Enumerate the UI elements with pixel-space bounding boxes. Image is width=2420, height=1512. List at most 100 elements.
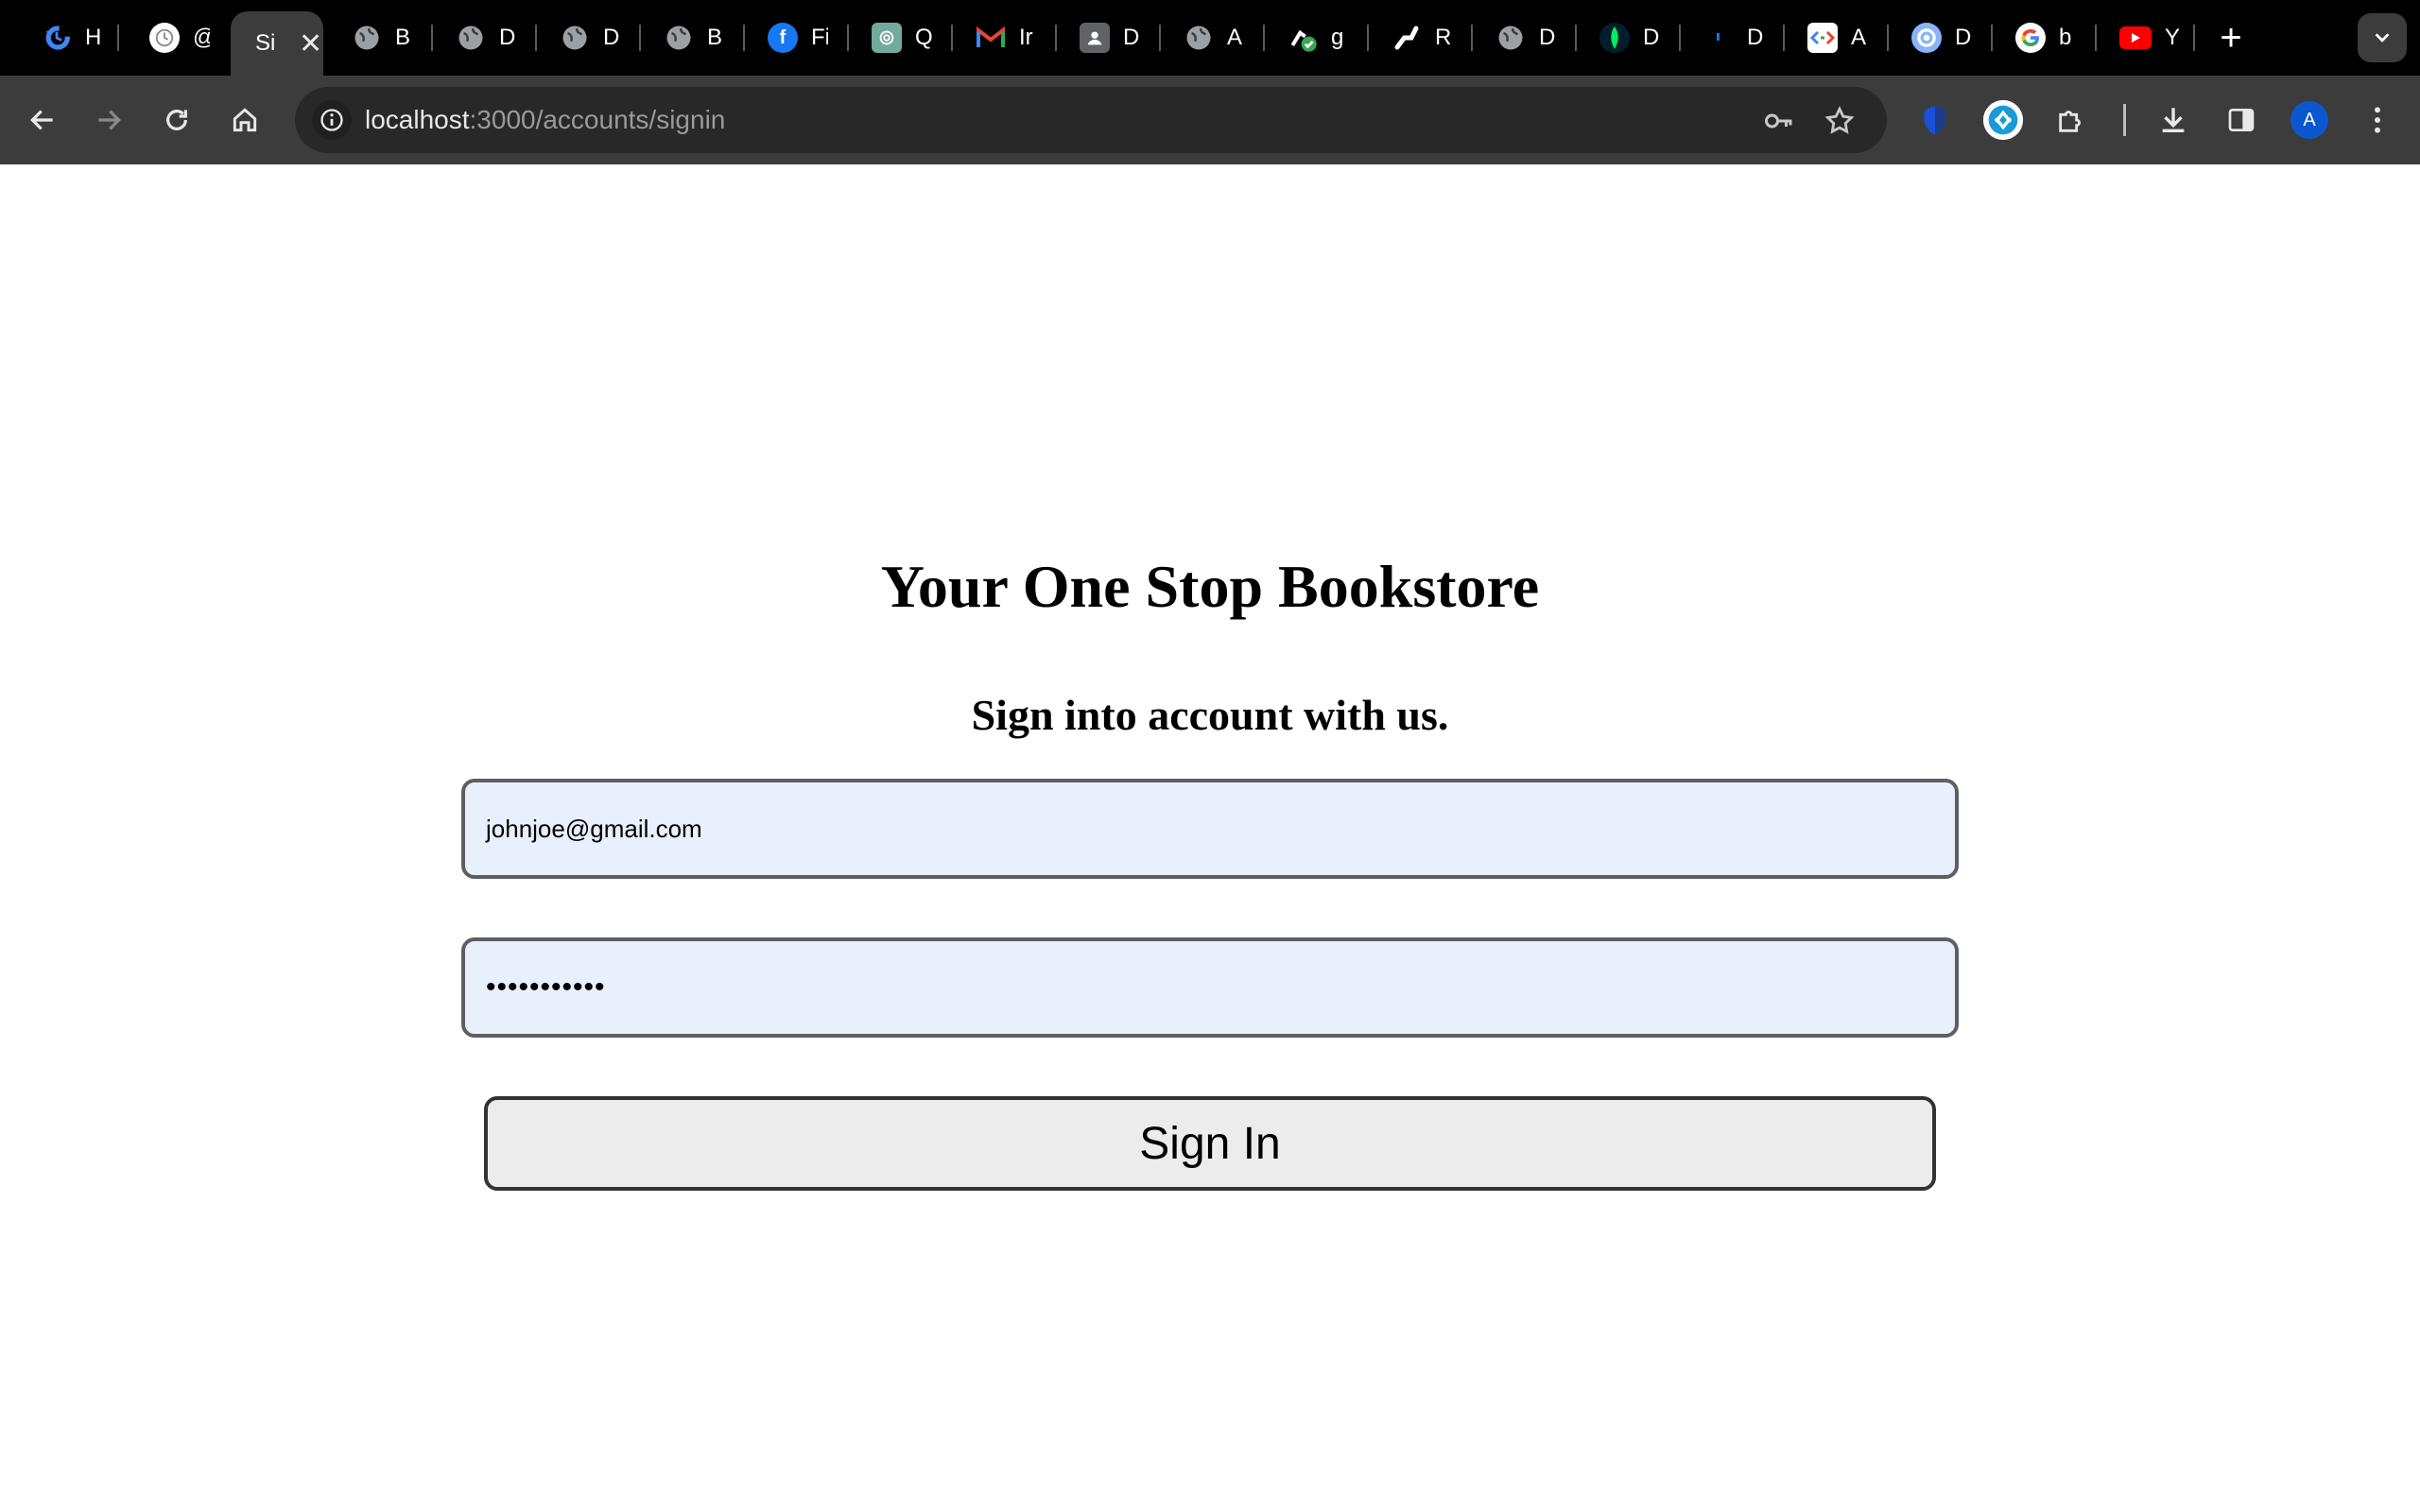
home-button[interactable] (221, 96, 268, 144)
tab-label: D (499, 25, 516, 50)
chatgpt-icon (872, 23, 902, 53)
globe-icon (1184, 23, 1214, 53)
tab-globe-d2[interactable]: D (535, 11, 620, 64)
checkmark-shield-icon (1288, 23, 1318, 53)
page-title: Your One Stop Bookstore (880, 553, 1540, 620)
reload-button[interactable] (153, 96, 200, 144)
url-host: localhost (365, 105, 470, 134)
tab-history[interactable]: H (17, 11, 102, 64)
password-key-button[interactable] (1760, 102, 1798, 140)
tab-link[interactable]: R (1367, 11, 1452, 64)
tab-facebook[interactable]: f Fi (743, 11, 828, 64)
site-info-button[interactable] (312, 100, 352, 140)
tab-label: Si (255, 30, 276, 56)
tab-label: B (395, 25, 411, 50)
tab-label: Fi (811, 25, 828, 50)
tab-label: B (707, 25, 723, 50)
tab-globe-d1[interactable]: D (431, 11, 516, 64)
history-icon (42, 23, 72, 53)
tab-search-button[interactable] (2358, 13, 2407, 62)
globe-icon (664, 23, 694, 53)
forward-arrow-icon (98, 110, 121, 130)
shield-icon (1924, 105, 1946, 135)
tab-label: D (1539, 25, 1556, 50)
close-icon[interactable]: ✕ (299, 27, 322, 60)
address-bar[interactable]: localhost:3000/accounts/signin (295, 87, 1887, 153)
side-panel-button[interactable] (2218, 96, 2265, 144)
tab-check[interactable]: g (1263, 11, 1348, 64)
signin-subtitle: Sign into account with us. (971, 691, 1449, 739)
tab-youtube[interactable]: Y (2095, 11, 2182, 64)
password-field[interactable]: ••••••••••• (461, 937, 1959, 1038)
tab-label: R (1435, 25, 1452, 50)
bookmark-star-button[interactable] (1821, 102, 1858, 140)
tab-dot[interactable]: D (1679, 11, 1764, 64)
tab-globe-a[interactable]: A (1159, 11, 1244, 64)
seal-icon (1911, 23, 1942, 53)
new-tab-button[interactable]: + (2210, 17, 2252, 59)
tab-label: H (85, 25, 102, 50)
tab-label: Q (915, 25, 932, 50)
signin-button[interactable]: Sign In (484, 1096, 1936, 1191)
tab-code[interactable]: A (1783, 11, 1868, 64)
tab-label: D (1955, 25, 1972, 50)
clock-icon (149, 23, 180, 53)
downloads-button[interactable] (2150, 96, 2197, 144)
url-path: :3000/accounts/signin (469, 105, 726, 134)
sync-icon (1982, 99, 2024, 141)
gmail-icon (976, 23, 1006, 53)
reload-icon (166, 110, 187, 130)
tab-label: A (1227, 25, 1243, 50)
download-icon (2162, 108, 2185, 133)
globe-icon (456, 23, 486, 53)
tab-label: D (1643, 25, 1660, 50)
code-icon (1807, 23, 1838, 53)
puzzle-icon (2059, 111, 2081, 132)
globe-icon (1495, 23, 1526, 53)
kebab-menu-icon (2375, 107, 2380, 133)
password-value: ••••••••••• (486, 971, 606, 1003)
back-arrow-icon (30, 110, 53, 130)
tab-globe-d3[interactable]: D (1471, 11, 1556, 64)
extension-shield[interactable] (1911, 96, 1959, 144)
forward-button[interactable] (85, 96, 132, 144)
tab-google[interactable]: b (1991, 11, 2076, 64)
tab-globe-b2[interactable]: B (639, 11, 724, 64)
tab-gmail[interactable]: Ir (951, 11, 1036, 64)
tab-seal[interactable]: D (1887, 11, 1972, 64)
tab-label: b (2059, 25, 2072, 50)
tab-label: D (1747, 25, 1764, 50)
browser-menu-button[interactable] (2354, 96, 2401, 144)
tab-strip: H @ Si ✕ B D D B f Fi Q (0, 0, 2420, 76)
email-field[interactable]: johnjoe@gmail.com (461, 779, 1959, 879)
extensions-menu-button[interactable] (2048, 96, 2095, 144)
tab-label: D (603, 25, 620, 50)
tab-label: Ir (1019, 25, 1033, 50)
globe-icon (352, 23, 382, 53)
tab-chatgpt[interactable]: Q (847, 11, 932, 64)
dot-icon (1703, 23, 1734, 53)
tab-label: @ (193, 25, 210, 51)
back-button[interactable] (19, 96, 66, 144)
tab-clock[interactable]: @ (125, 11, 210, 64)
toolbar-divider (2123, 104, 2126, 136)
mongodb-leaf-icon (1599, 23, 1630, 53)
star-icon (1824, 105, 1855, 134)
email-value: johnjoe@gmail.com (486, 814, 702, 843)
tab-mongodb[interactable]: D (1575, 11, 1660, 64)
tab-globe-b[interactable]: B (327, 11, 412, 64)
tab-contacts[interactable]: D (1055, 11, 1140, 64)
browser-toolbar: localhost:3000/accounts/signin A (0, 76, 2420, 164)
extension-sync[interactable] (1979, 96, 2027, 144)
tab-separator (2193, 25, 2195, 51)
facebook-icon: f (768, 23, 798, 53)
tab-active-signin[interactable]: Si ✕ (231, 11, 323, 76)
youtube-icon (2119, 26, 2152, 49)
contacts-icon (1080, 23, 1110, 53)
key-icon (1765, 113, 1792, 129)
profile-button[interactable]: A (2286, 96, 2333, 144)
url-text[interactable]: localhost:3000/accounts/signin (365, 87, 725, 153)
tab-label: D (1123, 25, 1140, 50)
tab-separator (117, 25, 119, 51)
avatar: A (2290, 101, 2328, 139)
